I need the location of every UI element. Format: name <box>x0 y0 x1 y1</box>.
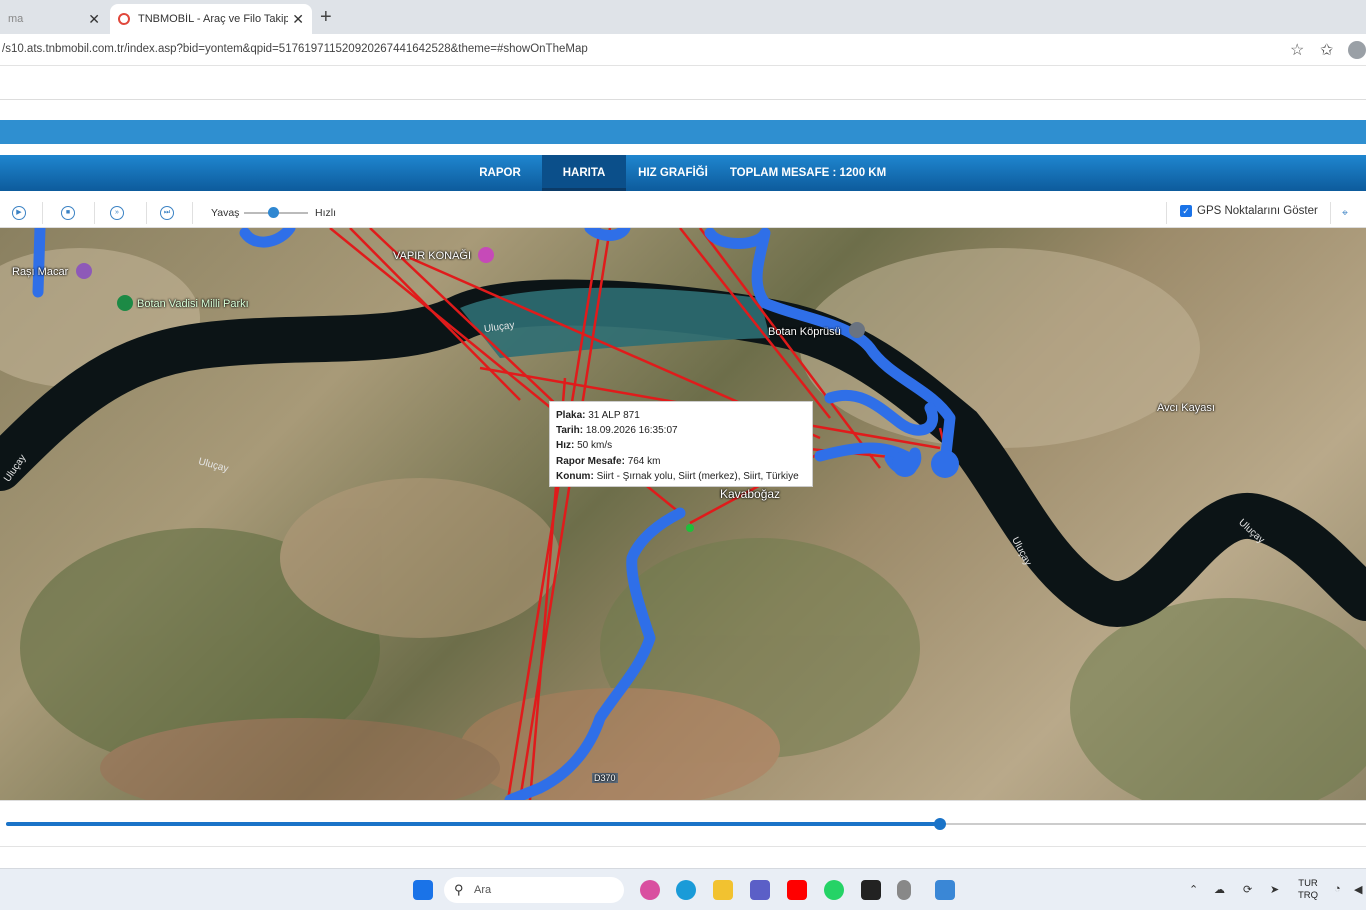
location-pin-icon[interactable]: ⌖ <box>1342 207 1348 220</box>
divider <box>42 202 43 224</box>
speed-fast-label: Hızlı <box>315 207 336 219</box>
map-label-kavabogaz: Kavaboğaz <box>720 487 781 501</box>
gps-label: GPS Noktalarını Göster <box>1197 205 1318 217</box>
nav-bar: RAPOR HARITA HIZ GRAFİĞİ TOPLAM MESAFE :… <box>0 155 1366 191</box>
volume-icon[interactable]: ◀ <box>1354 883 1362 896</box>
star-icon[interactable]: ☆ <box>1290 40 1304 60</box>
favorites-icon[interactable]: ✩ <box>1320 40 1333 60</box>
language-indicator[interactable]: TUR TRQ <box>1298 878 1318 902</box>
divider <box>146 202 147 224</box>
map-label-botan-park: Botan Vadisi Milli Parkı <box>137 298 249 310</box>
sync-icon[interactable]: ⟳ <box>1243 883 1252 896</box>
route-cluster <box>931 450 959 478</box>
speed-slider-thumb[interactable] <box>268 207 279 218</box>
search-placeholder: Ara <box>474 884 492 896</box>
hotel-poi-icon[interactable] <box>478 247 494 263</box>
road-shield: D370 <box>592 773 618 783</box>
edge-icon[interactable] <box>676 880 696 900</box>
app-header-bar <box>0 120 1366 144</box>
tab-rapor[interactable]: RAPOR <box>466 155 534 191</box>
search-icon: ⚲ <box>454 882 464 897</box>
keyboard-code: TRQ <box>1298 890 1319 901</box>
profile-avatar[interactable] <box>1348 41 1366 59</box>
tab-hiz-grafigi[interactable]: HIZ GRAFİĞİ <box>632 155 714 191</box>
photos-icon[interactable] <box>935 880 955 900</box>
windows-start-icon[interactable] <box>413 880 433 900</box>
timeline <box>0 800 1366 866</box>
checkbox-icon[interactable]: ✓ <box>1180 205 1192 217</box>
skip-end-icon[interactable]: ⏭ <box>160 206 174 220</box>
page-top-strip <box>0 66 1366 100</box>
fast-forward-icon[interactable]: » <box>110 206 124 220</box>
address-bar[interactable]: /s10.ats.tnbmobil.com.tr/index.asp?bid=y… <box>0 34 1366 66</box>
park-poi-icon[interactable] <box>117 295 133 311</box>
timeline-thumb[interactable] <box>934 818 946 830</box>
microphone-icon[interactable] <box>897 880 911 900</box>
taskbar: ⚲ Ara ⌃ ☁ ⟳ ➤ TUR TRQ ◔ ◀ <box>0 868 1366 910</box>
divider <box>192 202 193 224</box>
browser-tabstrip: ma ✕ TNBMOBİL - Araç ve Filo Takip Sist … <box>0 0 1366 34</box>
gps-points-toggle[interactable]: ✓ GPS Noktalarını Göster <box>1180 205 1318 217</box>
divider <box>1166 202 1167 224</box>
file-explorer-icon[interactable] <box>713 880 733 900</box>
new-tab-icon[interactable]: + <box>320 6 332 29</box>
map-label-avci: Avcı Kayası <box>1157 402 1215 414</box>
map-label-rasi: Rașı Macar <box>12 266 69 278</box>
divider <box>1330 202 1331 224</box>
vehicle-info-popup: Plaka: 31 ALP 871 Tarih: 18.09.2026 16:3… <box>549 401 813 487</box>
stop-icon[interactable]: ■ <box>61 206 75 220</box>
vehicle-position-marker[interactable] <box>686 524 694 532</box>
chevron-up-icon[interactable]: ⌃ <box>1189 883 1198 896</box>
tab-title: ma <box>8 13 24 25</box>
divider <box>94 202 95 224</box>
popup-row-hiz: Hız: 50 km/s <box>556 440 613 452</box>
popup-row-plaka: Plaka: 31 ALP 871 <box>556 410 640 421</box>
close-tab-icon[interactable]: ✕ <box>88 11 100 28</box>
map-view[interactable]: Rașı Macar Botan Vadisi Milli Parkı VAPI… <box>0 228 1366 800</box>
map-label-vapir: VAPIR KONAĞI <box>393 250 472 262</box>
bridge-poi-icon[interactable] <box>849 322 865 338</box>
map-label-botan-kopru: Botan Köprüsü <box>768 326 841 338</box>
tab-harita[interactable]: HARITA <box>542 155 626 191</box>
divider <box>0 846 1366 847</box>
play-icon[interactable]: ▶ <box>12 206 26 220</box>
cloud-icon[interactable]: ☁ <box>1214 883 1225 896</box>
url-text[interactable]: /s10.ats.tnbmobil.com.tr/index.asp?bid=y… <box>2 43 588 55</box>
museum-poi-icon[interactable] <box>76 263 92 279</box>
teams-icon[interactable] <box>750 880 770 900</box>
route-cluster <box>892 451 918 477</box>
wifi-icon[interactable]: ◔ <box>1334 883 1341 895</box>
youtube-icon[interactable] <box>787 880 807 900</box>
popup-row-mesafe: Rapor Mesafe: 764 km <box>556 455 661 467</box>
close-tab-icon[interactable]: ✕ <box>292 11 304 28</box>
browser-tab-active[interactable]: TNBMOBİL - Araç ve Filo Takip Sist ✕ <box>110 4 312 34</box>
whatsapp-icon[interactable] <box>824 880 844 900</box>
lang-code: TUR <box>1298 878 1318 889</box>
speed-slow-label: Yavaş <box>211 207 240 219</box>
favicon-icon <box>118 13 130 25</box>
total-distance: TOPLAM MESAFE : 1200 KM <box>729 167 887 179</box>
map-canvas <box>0 228 1366 800</box>
playback-controls: ▶ ■ » ⏭ Yavaş Hızlı ✓ GPS Noktalarını Gö… <box>0 198 1366 228</box>
copilot-icon[interactable] <box>640 880 660 900</box>
tab-title: TNBMOBİL - Araç ve Filo Takip Sist <box>138 13 289 25</box>
popup-row-tarih: Tarih: 18.09.2026 16:35:07 <box>556 425 678 437</box>
taskbar-search[interactable]: ⚲ Ara <box>444 877 624 903</box>
popup-row-konum: Konum: Siirt - Şırnak yolu, Siirt (merke… <box>556 470 799 482</box>
browser-tab-inactive[interactable]: ma ✕ <box>0 4 108 34</box>
timeline-progress <box>6 822 940 826</box>
app-icon[interactable] <box>861 880 881 900</box>
send-icon[interactable]: ➤ <box>1270 883 1279 896</box>
